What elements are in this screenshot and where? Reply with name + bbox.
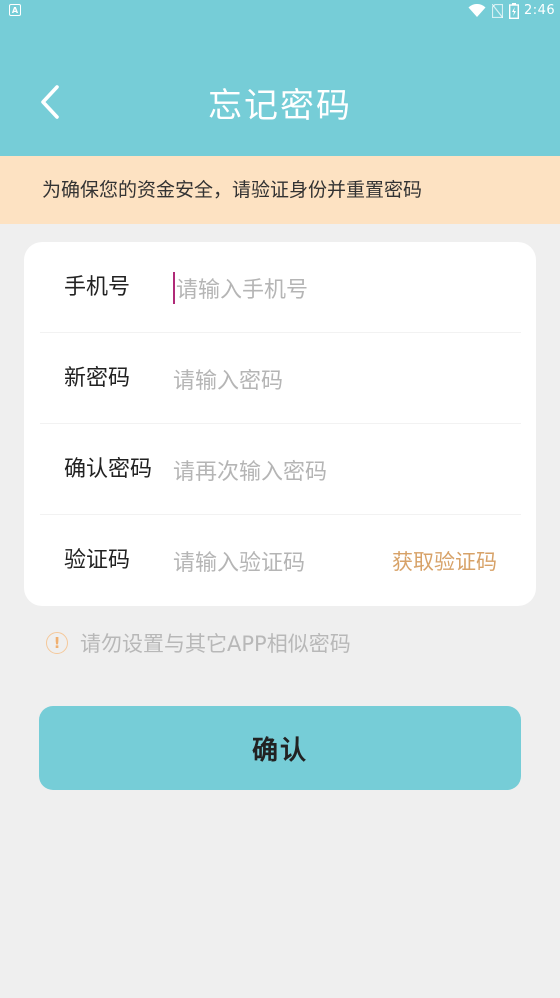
password-tip: ! 请勿设置与其它APP相似密码 bbox=[46, 628, 351, 658]
header-bar: A 2:46 忘记密码 bbox=[0, 0, 560, 156]
security-notice: 为确保您的资金安全，请验证身份并重置密码 bbox=[0, 156, 560, 224]
confirm-password-placeholder: 请再次输入密码 bbox=[173, 459, 328, 485]
new-password-placeholder: 请输入密码 bbox=[173, 368, 284, 394]
battery-icon bbox=[509, 3, 519, 19]
phone-row: 手机号 请输入手机号 bbox=[40, 242, 521, 333]
phone-label: 手机号 bbox=[64, 274, 131, 300]
confirm-password-label: 确认密码 bbox=[64, 456, 153, 482]
confirm-button[interactable]: 确认 bbox=[39, 706, 521, 790]
new-password-input[interactable]: 请输入密码 bbox=[173, 333, 283, 424]
status-bar: A 2:46 bbox=[0, 0, 560, 24]
confirm-password-row: 确认密码 请再次输入密码 bbox=[40, 424, 521, 515]
wifi-icon bbox=[468, 4, 486, 17]
tip-text: 请勿设置与其它APP相似密码 bbox=[80, 632, 351, 656]
phone-placeholder: 请输入手机号 bbox=[176, 277, 309, 303]
new-password-label: 新密码 bbox=[64, 365, 131, 391]
warning-icon: ! bbox=[46, 632, 68, 654]
code-label: 验证码 bbox=[64, 547, 131, 573]
confirm-password-input[interactable]: 请再次输入密码 bbox=[173, 424, 327, 515]
code-row: 验证码 请输入验证码 获取验证码 bbox=[40, 515, 521, 606]
code-placeholder: 请输入验证码 bbox=[173, 550, 306, 576]
phone-input[interactable]: 请输入手机号 bbox=[173, 242, 308, 333]
status-time: 2:46 bbox=[524, 3, 556, 18]
code-input[interactable]: 请输入验证码 bbox=[173, 515, 305, 606]
app-notification-icon: A bbox=[9, 4, 21, 16]
page-title: 忘记密码 bbox=[208, 86, 352, 126]
get-code-button[interactable]: 获取验证码 bbox=[392, 515, 497, 606]
reset-form: 手机号 请输入手机号 新密码 请输入密码 确认密码 请再次输入密码 验证码 请输… bbox=[24, 242, 536, 606]
no-sim-icon bbox=[492, 4, 503, 18]
new-password-row: 新密码 请输入密码 bbox=[40, 333, 521, 424]
text-cursor bbox=[173, 271, 175, 304]
